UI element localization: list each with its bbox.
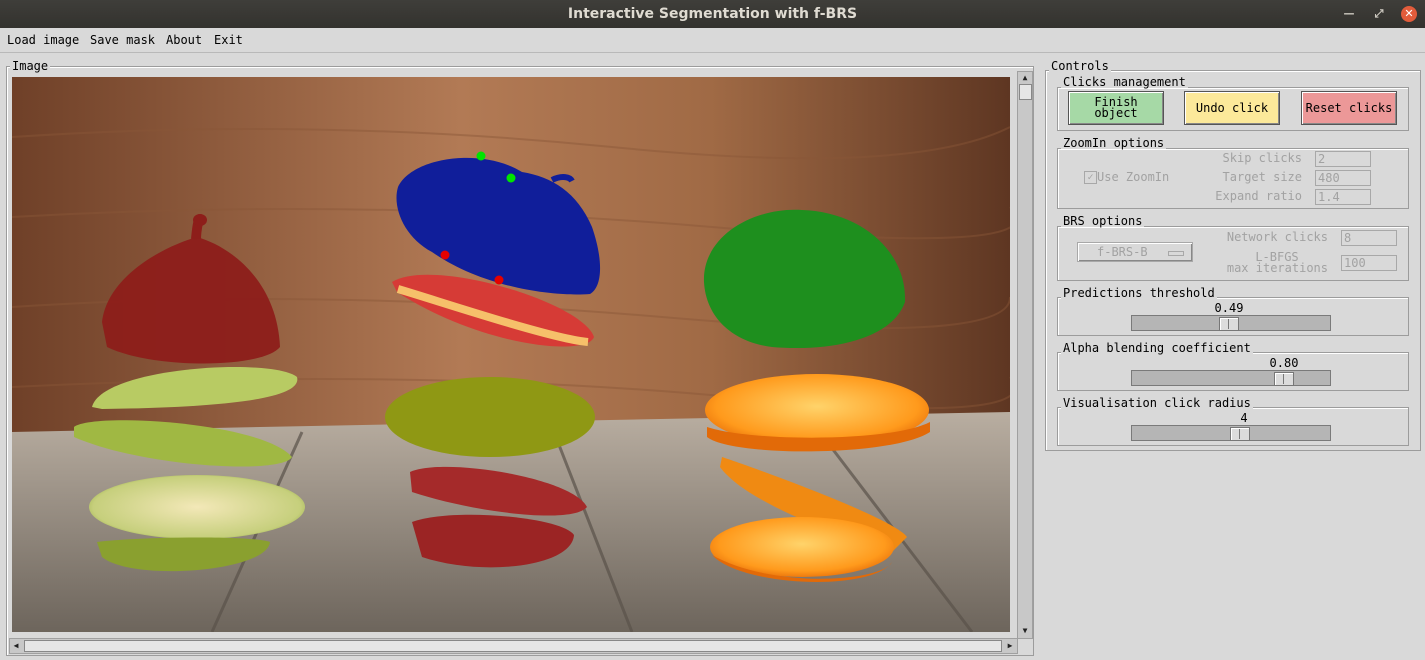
reset-clicks-label: Reset clicks xyxy=(1305,100,1393,115)
vertical-scrollbar[interactable]: ▲ ▼ xyxy=(1017,71,1033,639)
lbfgs-iterations-input[interactable]: 100 xyxy=(1341,255,1397,271)
skip-clicks-label: Skip clicks xyxy=(1222,151,1302,165)
dropdown-indicator-icon xyxy=(1168,251,1184,256)
horizontal-scrollbar[interactable]: ◀ ▶ xyxy=(9,638,1018,654)
image-frame-label: Image xyxy=(10,59,51,73)
network-clicks-label: Network clicks xyxy=(1226,230,1328,244)
controls-label: Controls xyxy=(1049,59,1111,73)
maximize-icon[interactable]: ⤢ xyxy=(1371,6,1387,22)
use-zoomin-checkbox[interactable]: ✓ xyxy=(1084,171,1097,184)
target-size-input[interactable]: 480 xyxy=(1315,170,1371,186)
title-bar: Interactive Segmentation with f-BRS — ⤢ … xyxy=(0,0,1425,28)
menu-save-mask[interactable]: Save mask xyxy=(90,33,155,47)
negative-click-marker xyxy=(494,275,504,285)
threshold-label: Predictions threshold xyxy=(1061,286,1217,300)
alpha-slider[interactable] xyxy=(1131,370,1331,386)
negative-click-marker xyxy=(440,250,450,260)
use-zoomin-label: Use ZoomIn xyxy=(1097,170,1170,184)
close-icon[interactable]: ✕ xyxy=(1401,6,1417,22)
skip-clicks-input[interactable]: 2 xyxy=(1315,151,1371,167)
threshold-slider-handle[interactable] xyxy=(1219,317,1239,331)
network-clicks-input[interactable]: 8 xyxy=(1341,230,1397,246)
menu-exit[interactable]: Exit xyxy=(214,33,243,47)
alpha-label: Alpha blending coefficient xyxy=(1061,341,1253,355)
minimize-icon[interactable]: — xyxy=(1341,6,1357,22)
menu-load-image[interactable]: Load image xyxy=(7,33,79,47)
positive-click-marker xyxy=(506,173,516,183)
undo-click-label: Undo click xyxy=(1195,100,1269,115)
horizontal-scroll-thumb[interactable] xyxy=(24,640,1002,652)
lime-mask-olive xyxy=(385,377,595,457)
reset-clicks-button[interactable]: Reset clicks xyxy=(1301,91,1397,125)
window-title: Interactive Segmentation with f-BRS xyxy=(567,6,858,22)
alpha-slider-handle[interactable] xyxy=(1274,372,1294,386)
scroll-left-icon[interactable]: ◀ xyxy=(10,640,22,652)
brs-mode-dropdown[interactable]: f-BRS-B xyxy=(1077,242,1193,262)
scroll-right-icon[interactable]: ▶ xyxy=(1004,640,1016,652)
scroll-down-icon[interactable]: ▼ xyxy=(1019,625,1031,637)
radius-slider-handle[interactable] xyxy=(1230,427,1250,441)
vertical-scroll-thumb[interactable] xyxy=(1019,84,1032,100)
threshold-slider[interactable] xyxy=(1131,315,1331,331)
radius-label: Visualisation click radius xyxy=(1061,396,1253,410)
menu-about[interactable]: About xyxy=(166,33,202,47)
expand-ratio-label: Expand ratio xyxy=(1215,189,1302,203)
radius-slider[interactable] xyxy=(1131,425,1331,441)
expand-ratio-input[interactable]: 1.4 xyxy=(1315,189,1371,205)
target-size-label: Target size xyxy=(1222,170,1302,184)
image-canvas[interactable] xyxy=(12,77,1010,632)
scroll-up-icon[interactable]: ▲ xyxy=(1019,72,1031,84)
clicks-management-label: Clicks management xyxy=(1061,75,1188,89)
undo-click-button[interactable]: Undo click xyxy=(1184,91,1280,125)
segmentation-image[interactable] xyxy=(12,77,1010,632)
positive-click-marker xyxy=(476,151,486,161)
alpha-value: 0.80 xyxy=(1269,356,1299,370)
brs-mode-value: f-BRS-B xyxy=(1097,244,1148,259)
finish-object-button[interactable]: Finish object xyxy=(1068,91,1164,125)
zoomin-label: ZoomIn options xyxy=(1061,136,1167,150)
brs-label: BRS options xyxy=(1061,214,1145,228)
radius-value: 4 xyxy=(1240,411,1248,425)
lbfgs-label-line2: max iterations xyxy=(1226,261,1328,275)
threshold-value: 0.49 xyxy=(1214,301,1244,315)
menu-bar: Load image Save mask About Exit xyxy=(0,28,1425,53)
finish-line2: object xyxy=(1094,106,1138,120)
